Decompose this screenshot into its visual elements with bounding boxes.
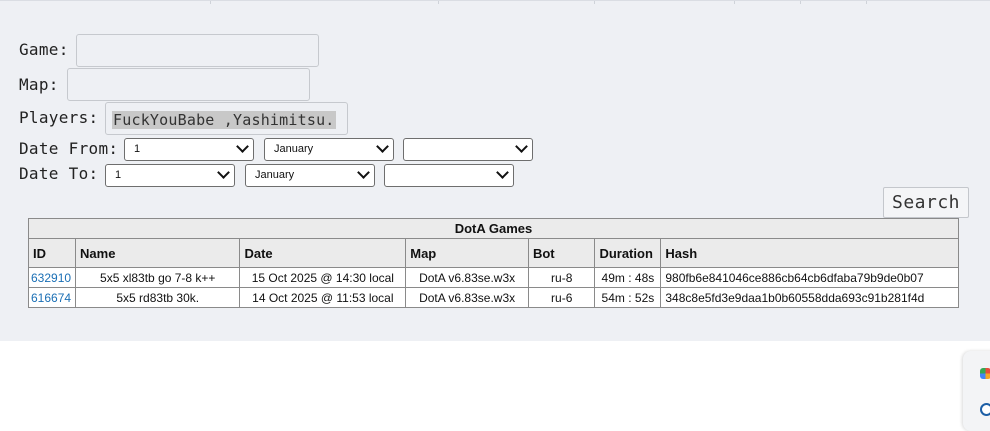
game-name-cell: 5x5 rd83tb 30k.: [75, 287, 241, 308]
chevron-down-icon: [236, 140, 249, 153]
extension-icon[interactable]: [980, 368, 990, 379]
game-name-cell: 5x5 xl83tb go 7-8 k++: [75, 267, 241, 288]
date-from-month-value: January: [274, 143, 314, 155]
game-id-cell: 616674: [27, 287, 77, 308]
game-bot-cell: ru-6: [527, 287, 596, 308]
browser-extension-widget[interactable]: [963, 351, 990, 431]
game-bot-cell: ru-8: [527, 267, 596, 288]
game-map-cell: DotA v6.83se.w3x: [405, 267, 529, 288]
game-label: Game:: [19, 40, 69, 59]
table-row: 616674 5x5 rd83tb 30k. 14 Oct 2025 @ 11:…: [27, 287, 959, 308]
game-hash-cell: 980fb6e841046ce886cb64cb6dfaba79b9de0b07: [660, 267, 959, 288]
players-value: FuckYouBabe ,Yashimitsu.: [112, 111, 336, 129]
date-to-year-select[interactable]: [384, 164, 514, 187]
date-from-year-select[interactable]: [403, 138, 533, 161]
game-hash-cell: 348c8e5fd3e9daa1b0b60558dda693c91b281f4d: [660, 287, 959, 308]
table-row: 632910 5x5 xl83tb go 7-8 k++ 15 Oct 2025…: [27, 267, 959, 288]
date-to-day-select[interactable]: 1: [105, 164, 235, 187]
date-from-day-select[interactable]: 1: [124, 138, 254, 161]
table-caption: DotA Games: [28, 218, 959, 239]
column-header-id[interactable]: ID: [27, 238, 77, 268]
date-to-month-value: January: [255, 169, 295, 181]
search-button[interactable]: Search: [883, 187, 969, 218]
search-panel: Game: Map: Players: FuckYouBabe ,Yashimi…: [0, 0, 990, 341]
date-to-day-value: 1: [115, 169, 122, 181]
column-header-duration[interactable]: Duration: [594, 238, 662, 268]
games-table: DotA Games ID Name Date Map Bot Duration…: [27, 218, 959, 308]
game-map-cell: DotA v6.83se.w3x: [405, 287, 529, 308]
game-id-cell: 632910: [27, 267, 77, 288]
extension-icon[interactable]: [980, 403, 990, 416]
chevron-down-icon: [496, 166, 509, 179]
game-date-cell: 15 Oct 2025 @ 14:30 local: [239, 267, 407, 288]
table-header-row: ID Name Date Map Bot Duration Hash: [27, 238, 959, 268]
chevron-down-icon: [357, 166, 370, 179]
chevron-down-icon: [515, 140, 528, 153]
column-header-date[interactable]: Date: [239, 238, 407, 268]
game-input[interactable]: [76, 34, 319, 67]
date-to-month-select[interactable]: January: [245, 164, 375, 187]
date-from-month-select[interactable]: January: [264, 138, 394, 161]
game-date-cell: 14 Oct 2025 @ 11:53 local: [239, 287, 407, 308]
date-from-label: Date From:: [19, 139, 119, 158]
column-header-map[interactable]: Map: [405, 238, 529, 268]
map-label: Map:: [19, 75, 59, 94]
date-to-label: Date To:: [19, 164, 99, 183]
players-input[interactable]: FuckYouBabe ,Yashimitsu.: [105, 102, 348, 135]
players-label: Players:: [19, 108, 99, 127]
column-header-bot[interactable]: Bot: [527, 238, 596, 268]
chevron-down-icon: [376, 140, 389, 153]
column-header-name[interactable]: Name: [75, 238, 241, 268]
game-duration-cell: 49m : 48s: [594, 267, 662, 288]
date-from-day-value: 1: [134, 143, 141, 155]
column-header-hash[interactable]: Hash: [660, 238, 959, 268]
game-id-link[interactable]: 632910: [31, 271, 71, 285]
game-duration-cell: 54m : 52s: [594, 287, 662, 308]
map-input[interactable]: [67, 68, 310, 101]
chevron-down-icon: [217, 166, 230, 179]
game-id-link[interactable]: 616674: [31, 291, 71, 305]
